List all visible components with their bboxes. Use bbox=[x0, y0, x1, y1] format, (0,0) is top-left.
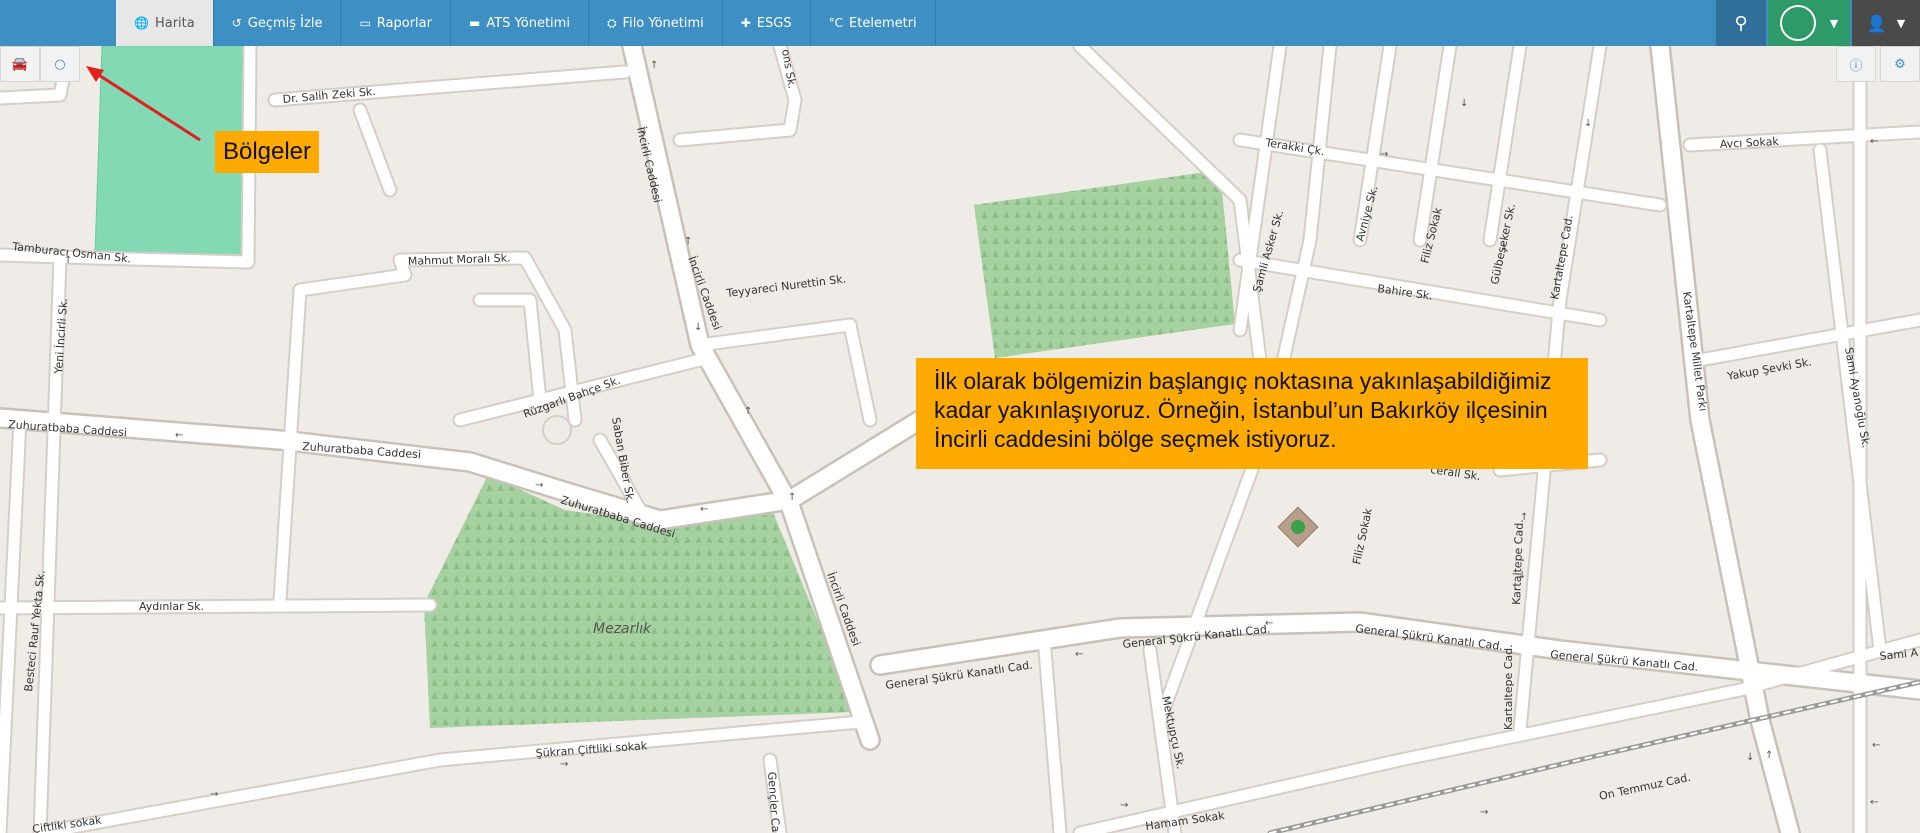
nav-etelemetri[interactable]: °C Etelemetri bbox=[811, 0, 936, 46]
svg-text:↑: ↑ bbox=[788, 492, 796, 503]
search-button[interactable]: ⚲ bbox=[1716, 0, 1766, 46]
callout-line: kadar yakınlaşıyoruz. Örneğin, İstanbul’… bbox=[934, 397, 1548, 423]
car-icon: 🚘 bbox=[11, 56, 29, 72]
svg-text:←: ← bbox=[1075, 649, 1083, 660]
callout-text: Bölgeler bbox=[222, 138, 312, 165]
nav-label: Harita bbox=[154, 15, 195, 31]
caret-down-icon: ▼ bbox=[1896, 16, 1906, 30]
globe-icon: 🌐 bbox=[134, 16, 149, 30]
svg-text:←: ← bbox=[1870, 797, 1878, 808]
svg-text:↓: ↓ bbox=[1746, 752, 1754, 763]
nav-label: Geçmiş İzle bbox=[247, 15, 323, 31]
svg-text:←: ← bbox=[1870, 136, 1878, 147]
nav-filo-yonetimi[interactable]: ⛭ Filo Yönetimi bbox=[589, 0, 723, 46]
puzzle-icon: ✚ bbox=[740, 16, 751, 30]
svg-text:↑: ↑ bbox=[1765, 750, 1773, 761]
settings-button[interactable]: ⚙ bbox=[1880, 46, 1920, 82]
svg-text:←: ← bbox=[1872, 740, 1880, 751]
cogs-icon: ⚙ bbox=[1894, 56, 1906, 72]
road-label: Aydınlar Sk. bbox=[139, 600, 204, 613]
svg-text:←: ← bbox=[700, 504, 708, 515]
svg-text:→: → bbox=[1480, 807, 1488, 818]
celsius-icon: °C bbox=[828, 16, 844, 30]
info-icon: ⓘ bbox=[1849, 58, 1863, 74]
nav-label: ATS Yönetimi bbox=[486, 15, 570, 31]
cubes-icon: ⛭ bbox=[606, 15, 617, 30]
callout-line: İncirli caddesini bölge seçmek istiyoruz… bbox=[934, 426, 1337, 452]
svg-text:→: → bbox=[1120, 800, 1128, 811]
regions-callout: Bölgeler bbox=[215, 131, 319, 173]
main-nav: 🌐 Harita ↺ Geçmiş İzle ▭ Raporlar ▬ ATS … bbox=[116, 0, 936, 46]
regions-toggle-button[interactable]: ○ bbox=[40, 46, 80, 82]
file-icon: ▭ bbox=[359, 16, 371, 30]
user-menu-button[interactable]: 👤 ▼ bbox=[1852, 0, 1920, 46]
svg-text:→: → bbox=[210, 789, 218, 800]
search-icon: ⚲ bbox=[1734, 12, 1748, 34]
svg-text:↓: ↓ bbox=[694, 322, 702, 333]
road-label: Kartaltepe Cad. bbox=[1502, 644, 1515, 730]
status-circle bbox=[1779, 5, 1816, 41]
nav-raporlar[interactable]: ▭ Raporlar bbox=[341, 0, 451, 46]
road-label: Mezarlık bbox=[593, 621, 652, 637]
svg-text:↑: ↑ bbox=[650, 60, 658, 71]
circle-icon: ○ bbox=[54, 56, 66, 72]
nav-harita[interactable]: 🌐 Harita bbox=[116, 0, 214, 46]
roundabout bbox=[542, 415, 572, 445]
caret-down-icon: ▼ bbox=[1829, 16, 1839, 30]
history-icon: ↺ bbox=[231, 16, 242, 30]
nav-label: Etelemetri bbox=[849, 15, 917, 31]
vehicles-toggle-button[interactable]: 🚘 bbox=[0, 46, 40, 82]
svg-text:→: → bbox=[1380, 149, 1388, 160]
nav-label: Filo Yönetimi bbox=[622, 15, 704, 31]
nav-label: ESGS bbox=[756, 15, 792, 31]
svg-text:↑: ↑ bbox=[684, 236, 692, 247]
svg-text:↓: ↓ bbox=[1460, 98, 1468, 109]
nav-ats-yonetimi[interactable]: ▬ ATS Yönetimi bbox=[451, 0, 589, 46]
nav-gecmis-izle[interactable]: ↺ Geçmiş İzle bbox=[214, 0, 342, 46]
callout-line: İlk olarak bölgemizin başlangıç noktasın… bbox=[934, 368, 1552, 394]
svg-text:←: ← bbox=[175, 430, 183, 441]
svg-text:↑: ↑ bbox=[744, 406, 752, 417]
nav-label: Raporlar bbox=[376, 15, 432, 31]
monitor-icon: ▬ bbox=[468, 16, 481, 30]
svg-text:↓: ↓ bbox=[1584, 118, 1592, 129]
top-navbar: 🌐 Harita ↺ Geçmiş İzle ▭ Raporlar ▬ ATS … bbox=[0, 0, 1920, 46]
instruction-callout: İlk olarak bölgemizin başlangıç noktasın… bbox=[916, 358, 1588, 469]
svg-text:→: → bbox=[535, 480, 543, 491]
nav-esgs[interactable]: ✚ ESGS bbox=[723, 0, 811, 46]
status-dropdown-button[interactable]: ▼ bbox=[1768, 0, 1850, 46]
user-icon: 👤 bbox=[1866, 13, 1887, 33]
svg-text:→: → bbox=[560, 759, 568, 770]
info-button[interactable]: ⓘ bbox=[1836, 46, 1876, 82]
